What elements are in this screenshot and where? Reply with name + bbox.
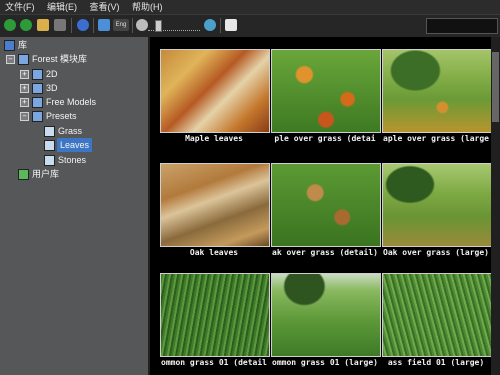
folder-icon (32, 97, 43, 108)
scrollbar-thumb[interactable] (492, 52, 499, 122)
library-tree: 库 − Forest 模块库 + 2D + 3D + Free Models −… (0, 37, 150, 375)
thumbnail-oak-leaves[interactable] (160, 163, 270, 247)
item-caption: aple over grass (large (383, 134, 489, 143)
expand-icon[interactable]: + (20, 70, 29, 79)
item-caption: Oak over grass (large) (383, 248, 489, 257)
thumbnail-grass-field-01-large[interactable] (382, 273, 492, 357)
menu-edit[interactable]: 编辑(E) (42, 0, 82, 14)
zoom-in-icon[interactable] (204, 19, 216, 31)
thumbnail-common-grass-01-large[interactable] (271, 273, 381, 357)
toolbar: Eng (0, 14, 500, 38)
refresh-icon[interactable] (77, 19, 89, 31)
thumbnail-maple-over-grass-large[interactable] (382, 49, 492, 133)
zoom-out-icon[interactable] (136, 19, 148, 31)
preset-icon (44, 155, 55, 166)
thumbnail-maple-over-grass-detail[interactable] (271, 49, 381, 133)
item-caption: Oak leaves (189, 248, 239, 257)
toolbar-separator (93, 18, 94, 33)
collapse-icon[interactable]: − (6, 55, 15, 64)
sort-icon[interactable] (98, 19, 110, 31)
info-icon[interactable] (225, 19, 237, 31)
item-caption: ak over grass (detail) (272, 248, 378, 257)
preset-icon (44, 140, 55, 151)
expand-icon[interactable]: + (20, 98, 29, 107)
item-caption: ommon grass 01 (large) (272, 358, 378, 367)
item-caption: ommon grass 01 (detail (161, 358, 267, 367)
folder-icon (32, 111, 43, 122)
item-caption: ass field 01 (large) (387, 358, 485, 367)
thumbnail-oak-over-grass-detail[interactable] (271, 163, 381, 247)
thumbnail-common-grass-01-detail[interactable] (160, 273, 270, 357)
collapse-icon[interactable]: − (20, 112, 29, 121)
menu-bar: 文件(F) 编辑(E) 查看(V) 帮助(H) (0, 0, 500, 14)
toolbar-separator (132, 18, 133, 33)
gallery-scrollbar[interactable] (491, 37, 500, 375)
toolbar-separator (220, 18, 221, 33)
language-badge[interactable]: Eng (113, 19, 129, 31)
folder-icon[interactable] (37, 19, 49, 31)
user-library-icon (18, 169, 29, 180)
menu-file[interactable]: 文件(F) (0, 0, 40, 14)
item-caption: Maple leaves (185, 134, 243, 143)
expand-icon[interactable]: + (20, 84, 29, 93)
save-icon[interactable] (54, 19, 66, 31)
folder-icon (32, 69, 43, 80)
zoom-slider-knob[interactable] (155, 20, 162, 32)
toolbar-separator (71, 18, 72, 33)
menu-view[interactable]: 查看(V) (85, 0, 125, 14)
forward-arrow-icon[interactable] (20, 19, 32, 31)
thumbnail-maple-leaves[interactable] (160, 49, 270, 133)
item-caption: ple over grass (detai (274, 134, 376, 143)
thumbnail-oak-over-grass-large[interactable] (382, 163, 492, 247)
menu-help[interactable]: 帮助(H) (127, 0, 168, 14)
folder-icon (18, 54, 29, 65)
preset-icon (44, 126, 55, 137)
search-input[interactable] (426, 18, 498, 34)
preset-gallery: Maple leaves ple over grass (detai aple … (150, 37, 500, 375)
library-icon (4, 40, 15, 51)
folder-icon (32, 83, 43, 94)
back-arrow-icon[interactable] (4, 19, 16, 31)
